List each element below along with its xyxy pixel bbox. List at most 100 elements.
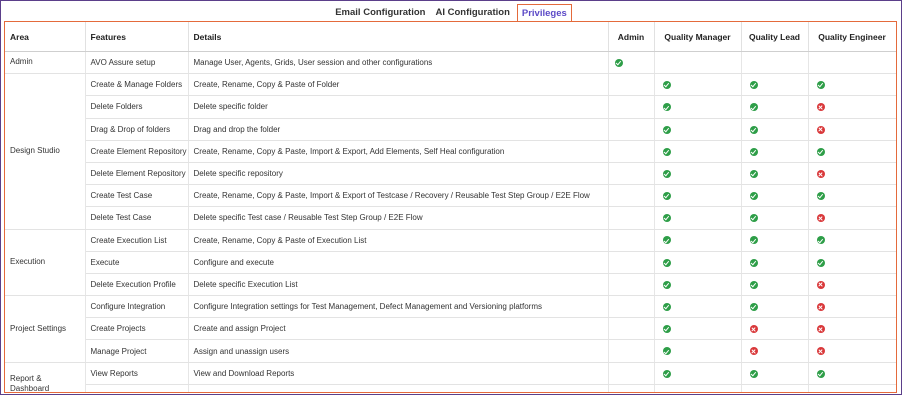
check-circle-icon — [662, 192, 671, 201]
privilege-cell-qe — [808, 362, 896, 385]
table-row: Delete Folders Delete specific folder — [5, 95, 896, 119]
privilege-cell-qm — [654, 51, 742, 75]
feature-cell: Delete Test Case — [85, 206, 189, 230]
privilege-cell-qe — [808, 73, 896, 97]
cross-circle-icon — [816, 325, 825, 334]
privilege-cell-admin — [608, 295, 655, 319]
privilege-cell-admin — [608, 95, 655, 119]
column-header-quality-lead: Quality Lead — [741, 22, 809, 52]
check-circle-icon — [749, 303, 758, 312]
column-header-quality-manager: Quality Manager — [654, 22, 742, 52]
privileges-table: Area Features Details Admin Quality Mana… — [5, 22, 896, 392]
privilege-cell-qe — [808, 162, 896, 186]
privilege-cell-ql — [741, 118, 809, 141]
check-circle-icon — [614, 58, 623, 67]
privilege-cell-ql — [741, 140, 809, 163]
area-cell: Design Studio — [5, 73, 86, 230]
table-row: Execute Configure and execute — [5, 251, 896, 274]
privilege-cell-ql — [741, 362, 809, 385]
privilege-cell-admin — [608, 162, 655, 186]
details-cell: Delete specific Execution List — [188, 273, 609, 297]
table-row: Admin AVO Assure setup Manage User, Agents… — [5, 51, 896, 75]
details-cell: Assign and unassign users — [188, 339, 609, 363]
privilege-cell-qm — [654, 362, 742, 385]
privilege-cell-admin — [608, 273, 655, 297]
privilege-cell-ql — [741, 229, 809, 252]
feature-cell: Delete Element Repository — [85, 162, 189, 186]
feature-cell: Delete Folders — [85, 95, 189, 119]
privilege-cell-qe — [808, 184, 896, 208]
table-row: Project Settings Configure Integration Con… — [5, 295, 896, 363]
privilege-cell-ql — [741, 251, 809, 274]
table-row: View DashboardCreate, View Dashboard — [5, 384, 896, 392]
privilege-cell-admin — [608, 317, 655, 341]
privilege-cell-ql — [741, 339, 809, 363]
privilege-cell-qe — [808, 251, 896, 274]
table-row: Drag & Drop of folders Drag and drop the … — [5, 118, 896, 141]
details-cell: View and Download Reports — [188, 362, 609, 385]
check-circle-icon — [816, 391, 825, 392]
feature-cell: Configure Integration — [85, 295, 189, 319]
check-circle-icon — [662, 147, 671, 156]
check-circle-icon — [662, 258, 671, 267]
tab-ai-configuration[interactable]: AI Configuration — [432, 4, 512, 20]
feature-cell: Create Projects — [85, 317, 189, 341]
tab-privileges[interactable]: Privileges — [516, 4, 572, 21]
check-circle-icon — [662, 303, 671, 312]
table-row: Execution Create Execution List Create, Re… — [5, 229, 896, 297]
privilege-cell-qm — [654, 384, 742, 392]
privilege-cell-qm — [654, 162, 742, 186]
check-circle-icon — [749, 236, 758, 245]
privilege-cell-qm — [654, 317, 742, 341]
privilege-cell-ql — [741, 295, 809, 319]
table-row: Report & Dashboard View Reports View and D… — [5, 362, 896, 392]
details-cell: Delete specific repository — [188, 162, 609, 186]
privilege-cell-qe — [808, 51, 896, 75]
check-circle-icon — [816, 147, 825, 156]
feature-cell: Create Execution List — [85, 229, 189, 252]
privilege-cell-qm — [654, 229, 742, 252]
check-circle-icon — [816, 258, 825, 267]
table-row: Delete Element Repository Delete specific… — [5, 162, 896, 186]
cross-circle-icon — [749, 347, 758, 356]
feature-cell: View Reports — [85, 362, 189, 385]
privilege-cell-ql — [741, 73, 809, 97]
privilege-cell-ql — [741, 384, 809, 392]
privilege-cell-qe — [808, 273, 896, 297]
cross-circle-icon — [816, 103, 825, 112]
details-cell: Configure Integration settings for Test … — [188, 295, 609, 319]
check-circle-icon — [662, 391, 671, 392]
cross-circle-icon — [816, 347, 825, 356]
privilege-cell-ql — [741, 206, 809, 230]
details-cell: Create and assign Project — [188, 317, 609, 341]
tab-bar: Email Configuration AI Configuration Pri… — [0, 4, 904, 22]
details-cell: Drag and drop the folder — [188, 118, 609, 141]
tab-email-configuration[interactable]: Email Configuration — [332, 4, 428, 20]
column-header-admin: Admin — [608, 22, 655, 52]
privilege-cell-admin — [608, 384, 655, 392]
privilege-cell-ql — [741, 162, 809, 186]
check-circle-icon — [662, 236, 671, 245]
privilege-cell-qe — [808, 229, 896, 252]
check-circle-icon — [662, 169, 671, 178]
column-header-details: Details — [188, 22, 609, 52]
check-circle-icon — [816, 192, 825, 201]
privilege-cell-admin — [608, 251, 655, 274]
cross-circle-icon — [816, 303, 825, 312]
details-cell: Delete specific folder — [188, 95, 609, 119]
cross-circle-icon — [816, 169, 825, 178]
check-circle-icon — [662, 81, 671, 90]
check-circle-icon — [662, 103, 671, 112]
column-header-features: Features — [85, 22, 189, 52]
privileges-table-container: Area Features Details Admin Quality Mana… — [4, 21, 897, 393]
feature-cell: AVO Assure setup — [85, 51, 189, 75]
details-cell: Create, View Dashboard — [188, 384, 609, 392]
privilege-cell-qe — [808, 317, 896, 341]
privilege-cell-qm — [654, 251, 742, 274]
privilege-cell-qe — [808, 140, 896, 163]
check-circle-icon — [749, 192, 758, 201]
check-circle-icon — [662, 369, 671, 378]
check-circle-icon — [749, 147, 758, 156]
check-circle-icon — [662, 280, 671, 289]
cross-circle-icon — [816, 125, 825, 134]
